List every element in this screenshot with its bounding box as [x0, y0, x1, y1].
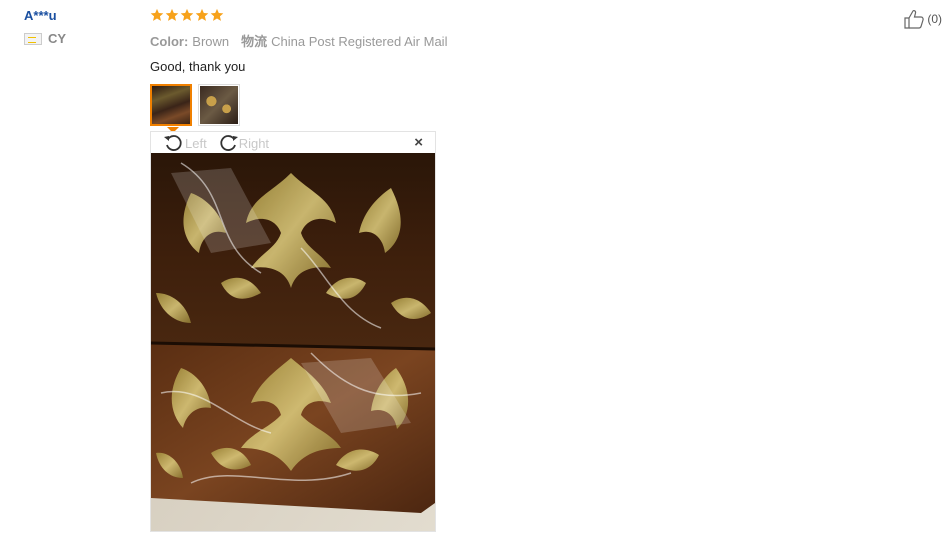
color-label: Color:: [150, 34, 189, 49]
reviewer-info: A***u CY: [24, 8, 134, 46]
rotate-left-icon: [164, 135, 182, 151]
star-rating: [150, 8, 850, 24]
star-icon: [195, 8, 209, 22]
review-photo-image: [151, 153, 435, 531]
shipping-value: China Post Registered Air Mail: [271, 34, 448, 49]
close-viewer-button[interactable]: ×: [414, 135, 423, 150]
country-flag-icon: [24, 32, 42, 45]
rotate-left-label: Left: [185, 135, 207, 151]
review-content: Color: Brown 物流 China Post Registered Ai…: [150, 8, 850, 133]
star-icon: [180, 8, 194, 22]
star-icon: [150, 8, 164, 22]
shipping-label: 物流: [241, 34, 268, 49]
reviewer-country: CY: [24, 31, 134, 46]
review-thumbnail-2[interactable]: [198, 84, 240, 126]
image-viewer: Left Right ×: [150, 131, 436, 532]
like-count: (0): [927, 12, 942, 26]
color-info: Color: Brown: [150, 34, 229, 49]
rotate-left-button[interactable]: Left: [163, 133, 207, 153]
helpful-like-button[interactable]: (0): [903, 9, 942, 29]
rotate-right-button[interactable]: Right: [217, 133, 269, 153]
color-value: Brown: [192, 34, 230, 49]
review-thumbnail-1[interactable]: [150, 84, 192, 133]
country-code: CY: [48, 31, 67, 46]
reviewer-name[interactable]: A***u: [24, 8, 134, 23]
thumbnail-image: [200, 86, 238, 124]
viewer-toolbar: Left Right ×: [151, 132, 435, 154]
review-thumbnails: [150, 84, 850, 133]
star-icon: [165, 8, 179, 22]
review-photo: [151, 153, 435, 531]
rotate-right-label: Right: [238, 135, 270, 151]
star-icon: [210, 8, 224, 22]
review-text: Good, thank you: [150, 59, 246, 74]
order-details: Color: Brown 物流 China Post Registered Ai…: [150, 31, 850, 50]
thumbs-up-icon: [904, 10, 925, 29]
thumbnail-image: [152, 86, 190, 124]
rotate-right-icon: [220, 135, 238, 151]
shipping-info: 物流 China Post Registered Air Mail: [241, 31, 447, 50]
